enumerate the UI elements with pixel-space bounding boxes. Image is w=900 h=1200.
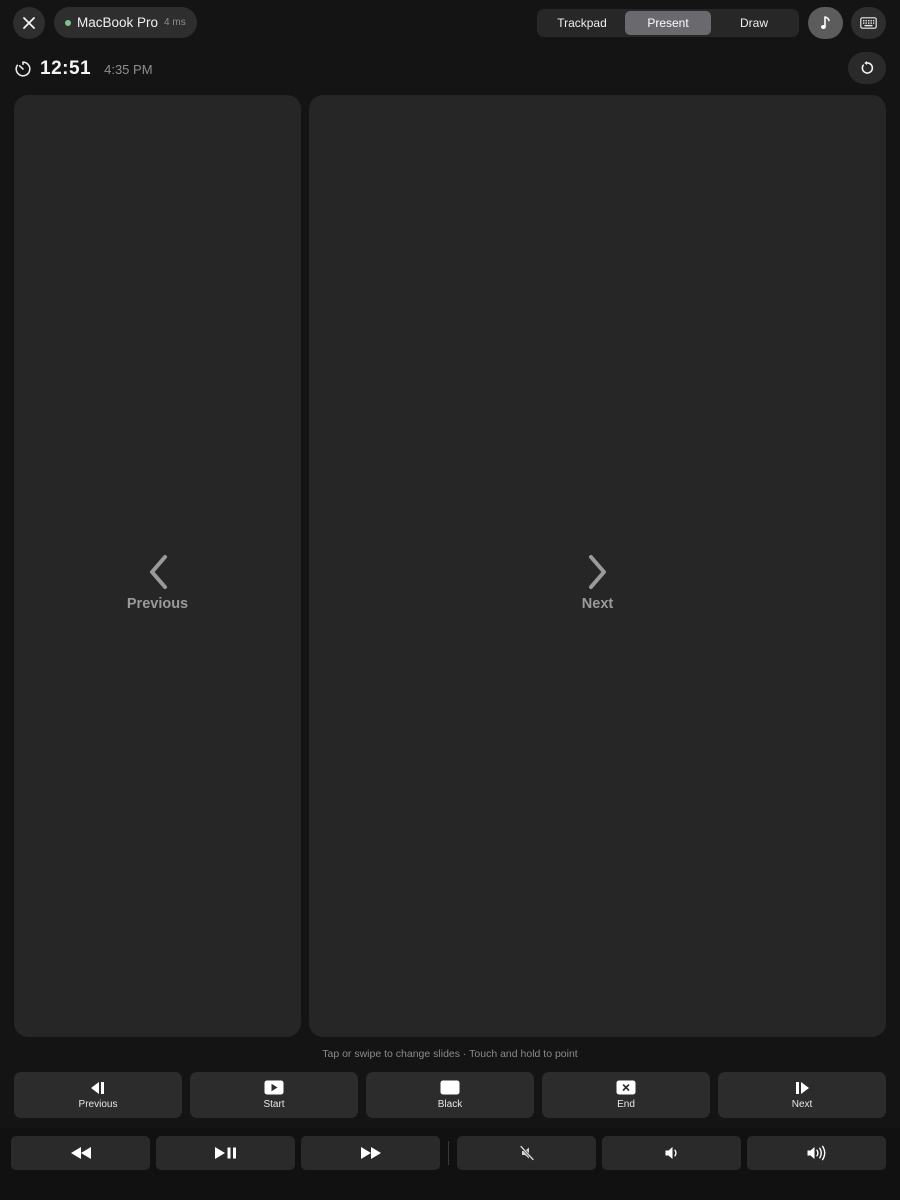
music-button[interactable] xyxy=(808,7,843,39)
start-label: Start xyxy=(263,1099,285,1110)
device-name: MacBook Pro xyxy=(77,15,159,30)
music-note-icon xyxy=(820,16,830,29)
mute-button[interactable] xyxy=(457,1136,596,1170)
timer-row: 12:51 4:35 PM xyxy=(14,55,153,83)
elapsed-timer: 12:51 xyxy=(40,58,92,79)
clock-time: 4:35 PM xyxy=(104,61,153,77)
next-slide-area[interactable]: Next xyxy=(309,95,886,1037)
end-show-label: End xyxy=(617,1099,635,1110)
media-control-bar xyxy=(0,1128,900,1200)
volume-up-button[interactable] xyxy=(747,1136,886,1170)
latency-readout: 4 ms xyxy=(164,17,186,28)
play-start-icon xyxy=(264,1080,284,1095)
reset-timer-button[interactable] xyxy=(848,52,886,84)
gesture-hint: Tap or swipe to change slides · Touch an… xyxy=(322,1048,578,1060)
mode-tab-present[interactable]: Present xyxy=(625,11,711,35)
previous-area-label: Previous xyxy=(126,596,189,612)
end-show-button[interactable]: End xyxy=(542,1072,710,1118)
media-divider xyxy=(448,1141,449,1165)
next-slide-icon xyxy=(796,1081,809,1094)
chevron-right-icon xyxy=(588,555,606,589)
previous-slide-button[interactable]: Previous xyxy=(14,1072,182,1118)
fast-forward-button[interactable] xyxy=(301,1136,440,1170)
end-show-icon xyxy=(616,1080,636,1095)
black-screen-label: Black xyxy=(437,1099,463,1110)
close-button[interactable] xyxy=(13,7,45,39)
volume-down-icon xyxy=(665,1147,677,1159)
top-bar: MacBook Pro 4 ms Trackpad Present Draw xyxy=(13,7,886,39)
timer-icon xyxy=(15,61,31,77)
reset-icon xyxy=(861,61,874,74)
mode-tab-trackpad[interactable]: Trackpad xyxy=(539,11,625,35)
previous-slide-label: Previous xyxy=(78,1098,118,1110)
mute-icon xyxy=(519,1145,534,1161)
previous-slide-area[interactable]: Previous xyxy=(14,95,301,1037)
keyboard-icon xyxy=(860,17,877,29)
keyboard-button[interactable] xyxy=(851,7,886,39)
black-screen-icon xyxy=(440,1080,460,1095)
connection-status-dot xyxy=(65,19,71,26)
volume-down-button[interactable] xyxy=(602,1136,741,1170)
next-area-label: Next xyxy=(581,596,614,612)
device-status-pill[interactable]: MacBook Pro 4 ms xyxy=(54,7,197,38)
rewind-button[interactable] xyxy=(11,1136,150,1170)
previous-slide-icon xyxy=(91,1081,104,1094)
fast-forward-icon xyxy=(360,1147,381,1159)
mode-tab-draw[interactable]: Draw xyxy=(711,11,797,35)
slide-controls: Previous Start Black End Next xyxy=(14,1072,886,1118)
next-slide-label: Next xyxy=(791,1098,813,1110)
close-icon xyxy=(23,17,35,29)
next-slide-button[interactable]: Next xyxy=(718,1072,886,1118)
rewind-icon xyxy=(70,1147,91,1159)
chevron-left-icon xyxy=(149,555,167,589)
mode-selector: Trackpad Present Draw xyxy=(537,9,799,37)
play-pause-button[interactable] xyxy=(156,1136,295,1170)
start-button[interactable]: Start xyxy=(190,1072,358,1118)
play-pause-icon xyxy=(214,1147,236,1159)
black-screen-button[interactable]: Black xyxy=(366,1072,534,1118)
volume-up-icon xyxy=(807,1145,825,1161)
